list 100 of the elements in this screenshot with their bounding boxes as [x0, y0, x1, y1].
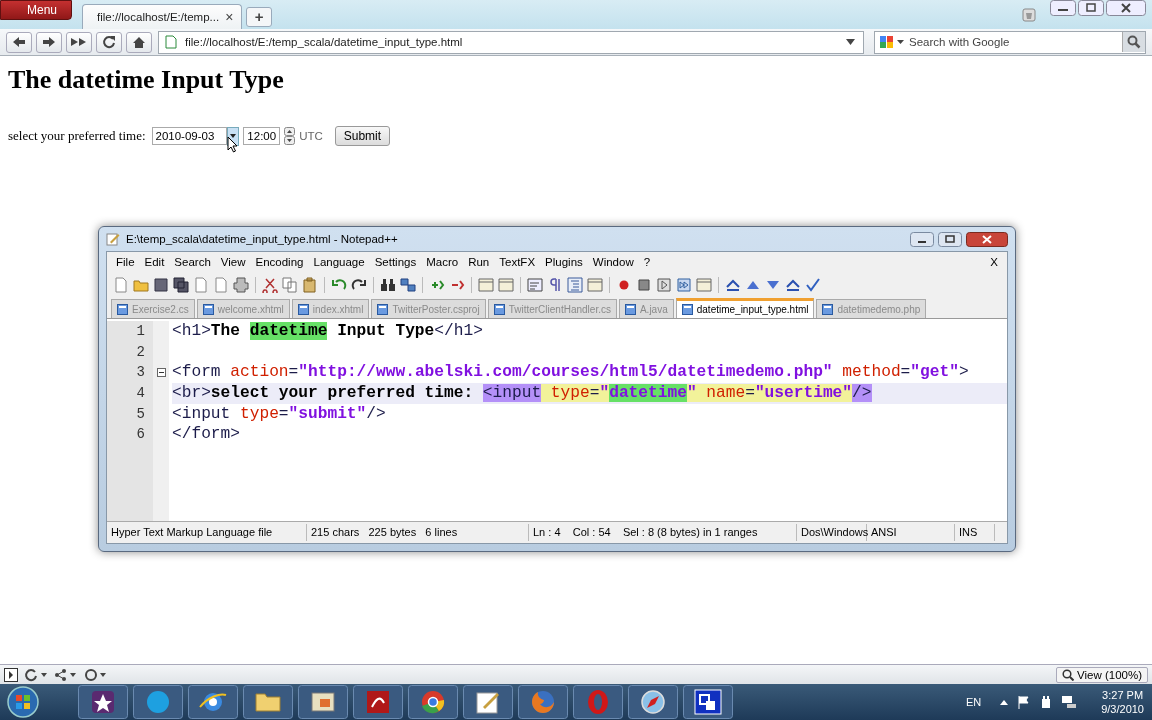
spinner-icon[interactable] [284, 127, 296, 145]
check-icon[interactable] [805, 276, 821, 293]
line-number: 6 [135, 425, 146, 445]
menu-item[interactable]: Run [463, 256, 495, 268]
clock-time: 3:27 PM [1102, 688, 1144, 702]
pages-icon[interactable] [282, 276, 298, 293]
language-indicator[interactable]: EN [965, 696, 982, 708]
search-icon[interactable] [1122, 32, 1145, 52]
menu-item[interactable]: View [215, 256, 251, 268]
line-number: 4 [135, 384, 146, 404]
fast-forward-button[interactable] [66, 31, 92, 53]
date-field[interactable]: 2010-09-03 [151, 127, 228, 145]
close-icon[interactable] [1106, 0, 1146, 16]
menu-item[interactable]: Search [169, 256, 216, 268]
close-document-button[interactable]: X [985, 256, 1003, 268]
home-button[interactable] [126, 31, 152, 53]
dropdown-icon[interactable] [846, 39, 855, 45]
round-app-icon[interactable] [408, 685, 458, 719]
submit-button[interactable]: Submit [334, 126, 391, 146]
close-tab-button[interactable]: × [225, 9, 234, 25]
folder-app-icon[interactable] [243, 685, 293, 719]
status-text: 215 chars 225 bytes 6 lines [307, 524, 529, 541]
file-icon [202, 303, 214, 315]
notepad-icon [106, 232, 120, 246]
globe-icon[interactable] [84, 667, 108, 682]
new-tab-button[interactable]: + [246, 7, 273, 27]
binoculars-icon[interactable] [380, 276, 396, 293]
menu-item[interactable]: File [111, 256, 140, 268]
menu-item[interactable]: Settings [369, 256, 422, 268]
file-icon [117, 303, 128, 315]
swap-icon[interactable] [400, 276, 416, 293]
fast-forward-icon[interactable] [676, 276, 692, 293]
menu-button[interactable]: Menu [0, 0, 73, 20]
file-tab[interactable]: datetime_input_type.html [675, 298, 815, 318]
globe-app-icon[interactable] [188, 685, 238, 719]
page-icon [165, 35, 177, 49]
menu-item[interactable]: Window [587, 256, 639, 268]
home-icon [132, 35, 146, 49]
tab-title: file://localhost/E:/temp... [97, 11, 220, 23]
status-text: INS [955, 524, 995, 541]
menu-item[interactable]: Macro [421, 256, 464, 268]
engine-icon[interactable] [879, 35, 905, 49]
stop-icon[interactable] [636, 276, 652, 293]
minimize-icon[interactable] [910, 231, 934, 247]
compass-app-icon[interactable] [628, 685, 678, 719]
start-button[interactable] [6, 685, 40, 719]
play-icon[interactable] [656, 276, 672, 293]
minimize-icon[interactable] [1050, 0, 1076, 16]
up-arrow-icon[interactable] [999, 698, 1010, 706]
menu-item[interactable]: Language [308, 256, 370, 268]
archive-app-icon[interactable] [298, 685, 348, 719]
browser-tab[interactable]: file://localhost/E:/temp... × [82, 4, 243, 29]
arrow-right-icon [42, 36, 56, 48]
code-line: <form action="http://www.abelski.com/courses/html5/datetimedemo.php" method="get"> [172, 363, 969, 382]
time-field[interactable]: 12:00 [243, 127, 281, 145]
window-icon[interactable] [696, 276, 712, 293]
star-app-icon[interactable] [78, 685, 128, 719]
mouse-cursor-icon [227, 136, 238, 153]
fold-icon[interactable] [156, 368, 166, 378]
notepad-app-icon[interactable] [463, 685, 513, 719]
maximize-icon[interactable] [938, 231, 962, 247]
menu-item[interactable]: Edit [139, 256, 170, 268]
flag-icon[interactable] [1017, 695, 1032, 709]
share-icon[interactable] [54, 667, 78, 682]
line-number: 3 [135, 363, 146, 383]
field-label: select your preferred time: [8, 128, 146, 144]
paragraph-icon[interactable] [547, 276, 563, 293]
disks-icon[interactable] [173, 276, 189, 293]
reload-button[interactable] [96, 31, 122, 53]
menu-item[interactable]: ? [638, 256, 656, 268]
address-field[interactable]: file://localhost/E:/temp_scala/datetime_input_type.html [158, 30, 864, 54]
window-icon[interactable] [587, 276, 603, 293]
window-title: E:\temp_scala\datetime_input_type.html - Notepad++ [126, 233, 398, 245]
search-field[interactable]: Search with Google [874, 30, 1146, 54]
file-icon [822, 303, 834, 315]
zoom-icon [1062, 668, 1074, 681]
timezone-label: UTC [299, 130, 323, 142]
status-text: ANSI [867, 524, 955, 541]
back-button[interactable] [6, 31, 32, 53]
document-app-icon[interactable] [353, 685, 403, 719]
double-arrow-icon [70, 36, 88, 48]
zoom-button[interactable]: View (100%) [1056, 666, 1148, 683]
sync-icon[interactable] [24, 667, 48, 682]
clock-date: 9/3/2010 [1101, 702, 1144, 716]
network-icon[interactable] [1061, 695, 1078, 709]
printer-icon[interactable] [233, 276, 249, 293]
arrow-left-icon [12, 36, 26, 48]
window-icon[interactable] [478, 276, 494, 293]
menu-item[interactable]: Encoding [250, 256, 309, 268]
close-icon[interactable] [966, 231, 1008, 247]
forward-button[interactable] [36, 31, 62, 53]
squares-app-icon[interactable] [683, 685, 733, 719]
menu-item[interactable]: Plugins [540, 256, 588, 268]
panel-icon[interactable] [4, 667, 18, 682]
menu-item[interactable]: TextFX [494, 256, 541, 268]
clipboard-icon[interactable] [302, 276, 318, 293]
window-icon[interactable] [498, 276, 514, 293]
scissors-icon[interactable] [262, 276, 278, 293]
code-line: </form> [172, 425, 240, 444]
maximize-icon[interactable] [1078, 0, 1104, 16]
